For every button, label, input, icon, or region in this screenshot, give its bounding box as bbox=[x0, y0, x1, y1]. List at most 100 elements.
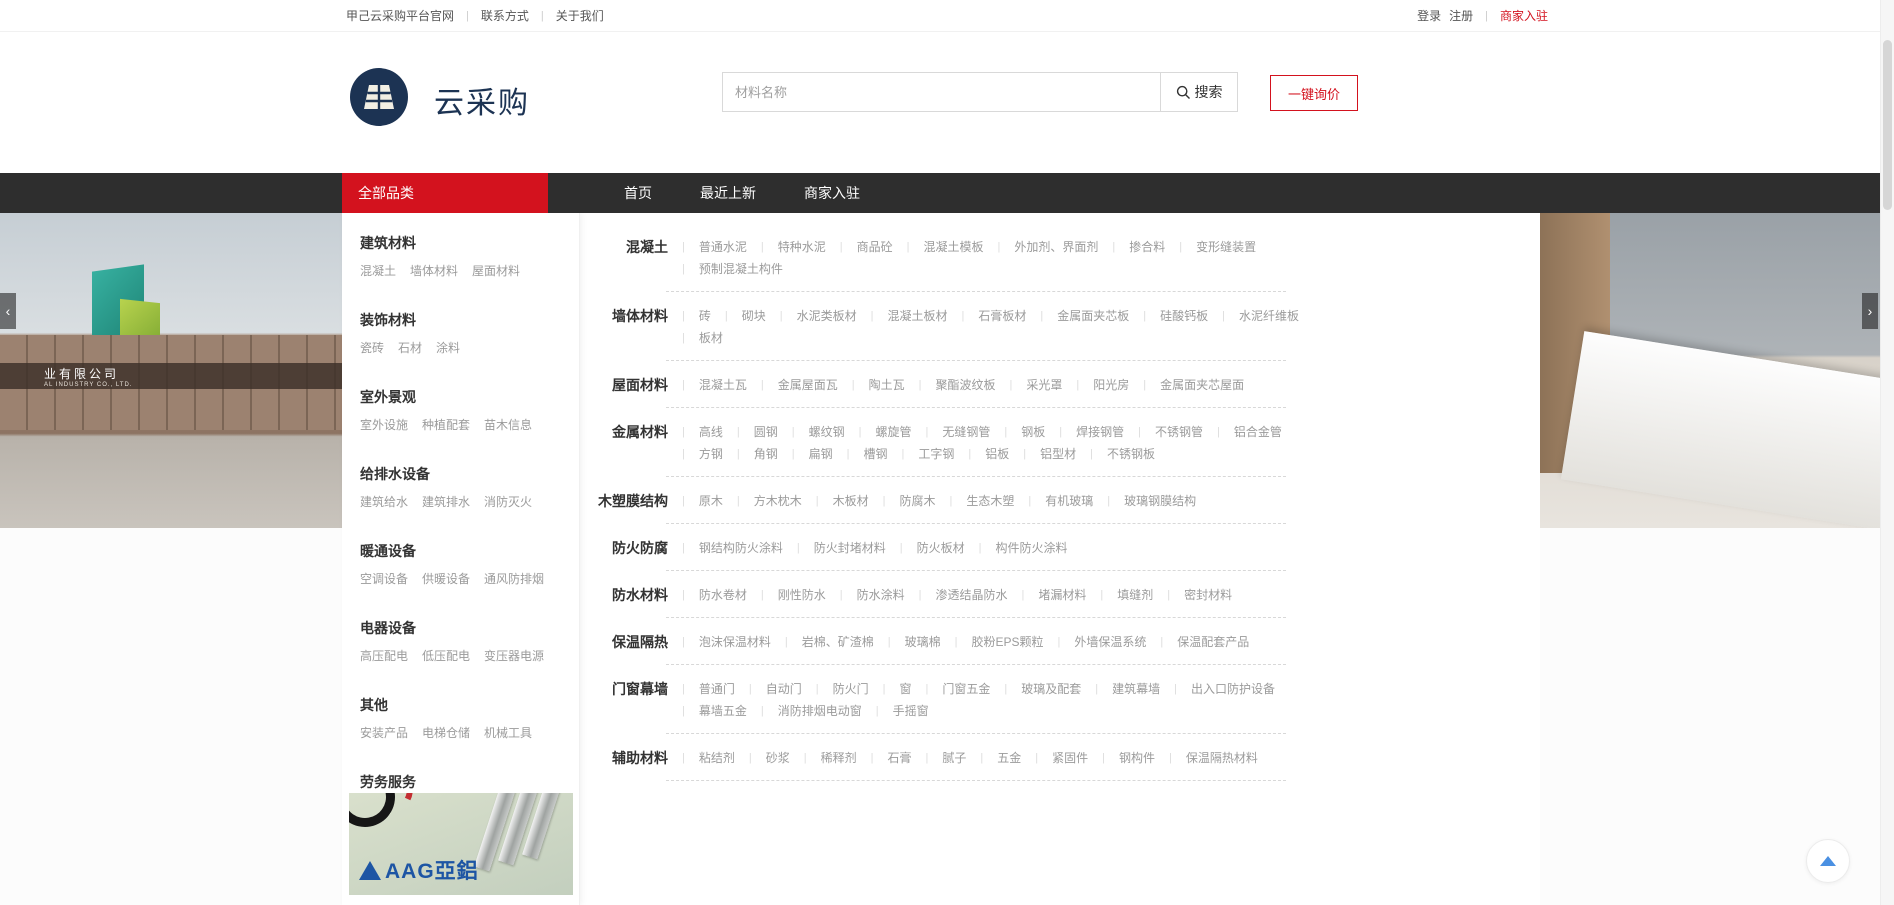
subcategory-link[interactable]: 渗透结晶防水 bbox=[935, 584, 1007, 606]
category-link[interactable]: 通风防排烟 bbox=[484, 571, 544, 588]
subcategory-link[interactable]: 外墙保温系统 bbox=[1074, 631, 1146, 653]
category-link[interactable]: 机械工具 bbox=[484, 725, 532, 742]
topbar-link[interactable]: 联系方式 bbox=[481, 7, 529, 24]
subcategory-link[interactable]: 刚性防水 bbox=[778, 584, 826, 606]
quick-quote-button[interactable]: 一键询价 bbox=[1270, 75, 1358, 111]
category-link[interactable]: 屋面材料 bbox=[472, 263, 520, 280]
subcategory-link[interactable]: 不锈钢板 bbox=[1107, 443, 1155, 465]
subcategory-link[interactable]: 阳光房 bbox=[1093, 374, 1129, 396]
subcategory-link[interactable]: 铝型材 bbox=[1040, 443, 1076, 465]
scrollbar[interactable] bbox=[1880, 0, 1894, 905]
subcategory-link[interactable]: 铝板 bbox=[985, 443, 1009, 465]
subcategory-link[interactable]: 硅酸钙板 bbox=[1160, 305, 1208, 327]
subcategory-link[interactable]: 特种水泥 bbox=[778, 236, 826, 258]
category-link[interactable]: 空调设备 bbox=[360, 571, 408, 588]
topbar-link[interactable]: 关于我们 bbox=[556, 7, 604, 24]
subcategory-link[interactable]: 稀释剂 bbox=[821, 747, 857, 769]
subcategory-link[interactable]: 五金 bbox=[997, 747, 1021, 769]
row-label[interactable]: 混凝土 bbox=[596, 236, 668, 280]
sidebar-ad-banner[interactable]: AAG亞鋁 bbox=[349, 793, 573, 895]
category-title[interactable]: 暖通设备 bbox=[360, 541, 579, 561]
subcategory-link[interactable]: 角钢 bbox=[754, 443, 778, 465]
category-title[interactable]: 建筑材料 bbox=[360, 233, 579, 253]
category-link[interactable]: 供暖设备 bbox=[422, 571, 470, 588]
subcategory-link[interactable]: 圆钢 bbox=[754, 421, 778, 443]
subcategory-link[interactable]: 钢板 bbox=[1021, 421, 1045, 443]
subcategory-link[interactable]: 保温隔热材料 bbox=[1186, 747, 1258, 769]
subcategory-link[interactable]: 聚酯波纹板 bbox=[935, 374, 995, 396]
search-input[interactable] bbox=[722, 72, 1160, 112]
category-title[interactable]: 室外景观 bbox=[360, 387, 579, 407]
subcategory-link[interactable]: 钢结构防火涂料 bbox=[699, 537, 783, 559]
subcategory-link[interactable]: 混凝土板材 bbox=[887, 305, 947, 327]
category-link[interactable]: 石材 bbox=[398, 340, 422, 357]
nav-item[interactable]: 商家入驻 bbox=[780, 173, 884, 213]
subcategory-link[interactable]: 幕墙五金 bbox=[699, 700, 747, 722]
subcategory-link[interactable]: 掺合料 bbox=[1129, 236, 1165, 258]
subcategory-link[interactable]: 混凝土模板 bbox=[923, 236, 983, 258]
subcategory-link[interactable]: 防水涂料 bbox=[857, 584, 905, 606]
subcategory-link[interactable]: 槽钢 bbox=[863, 443, 887, 465]
login-link[interactable]: 登录 bbox=[1417, 7, 1441, 24]
subcategory-link[interactable]: 焊接钢管 bbox=[1076, 421, 1124, 443]
row-label[interactable]: 木塑膜结构 bbox=[596, 490, 668, 512]
subcategory-link[interactable]: 粘结剂 bbox=[699, 747, 735, 769]
subcategory-link[interactable]: 螺旋管 bbox=[875, 421, 911, 443]
carousel-prev-arrow[interactable]: ‹ bbox=[0, 293, 16, 329]
topbar-link[interactable]: 甲己云采购平台官网 bbox=[346, 7, 454, 24]
logo[interactable]: 云采购 bbox=[350, 68, 530, 131]
category-link[interactable]: 苗木信息 bbox=[484, 417, 532, 434]
subcategory-link[interactable]: 防火封堵材料 bbox=[814, 537, 886, 559]
subcategory-link[interactable]: 外加剂、界面剂 bbox=[1014, 236, 1098, 258]
subcategory-link[interactable]: 泡沫保温材料 bbox=[699, 631, 771, 653]
category-link[interactable]: 种植配套 bbox=[422, 417, 470, 434]
subcategory-link[interactable]: 高线 bbox=[699, 421, 723, 443]
category-link[interactable]: 高压配电 bbox=[360, 648, 408, 665]
category-title[interactable]: 其他 bbox=[360, 695, 579, 715]
subcategory-link[interactable]: 扁钢 bbox=[809, 443, 833, 465]
row-label[interactable]: 墙体材料 bbox=[596, 305, 668, 349]
subcategory-link[interactable]: 有机玻璃 bbox=[1045, 490, 1093, 512]
subcategory-link[interactable]: 玻璃及配套 bbox=[1021, 678, 1081, 700]
row-label[interactable]: 门窗幕墙 bbox=[596, 678, 668, 722]
category-title[interactable]: 电器设备 bbox=[360, 618, 579, 638]
subcategory-link[interactable]: 工字钢 bbox=[918, 443, 954, 465]
nav-item[interactable]: 首页 bbox=[600, 173, 676, 213]
subcategory-link[interactable]: 不锈钢管 bbox=[1155, 421, 1203, 443]
category-link[interactable]: 涂料 bbox=[436, 340, 460, 357]
subcategory-link[interactable]: 玻璃钢膜结构 bbox=[1124, 490, 1196, 512]
row-label[interactable]: 辅助材料 bbox=[596, 747, 668, 769]
subcategory-link[interactable]: 岩棉、矿渣棉 bbox=[802, 631, 874, 653]
subcategory-link[interactable]: 堵漏材料 bbox=[1038, 584, 1086, 606]
row-label[interactable]: 屋面材料 bbox=[596, 374, 668, 396]
category-title[interactable]: 给排水设备 bbox=[360, 464, 579, 484]
subcategory-link[interactable]: 金属屋面瓦 bbox=[778, 374, 838, 396]
subcategory-link[interactable]: 金属面夹芯屋面 bbox=[1160, 374, 1244, 396]
back-to-top-button[interactable] bbox=[1806, 839, 1850, 883]
subcategory-link[interactable]: 石膏板材 bbox=[978, 305, 1026, 327]
subcategory-link[interactable]: 消防排烟电动窗 bbox=[778, 700, 862, 722]
subcategory-link[interactable]: 建筑幕墙 bbox=[1112, 678, 1160, 700]
nav-item[interactable]: 最近上新 bbox=[676, 173, 780, 213]
subcategory-link[interactable]: 砖 bbox=[699, 305, 711, 327]
subcategory-link[interactable]: 陶土瓦 bbox=[869, 374, 905, 396]
subcategory-link[interactable]: 腻子 bbox=[942, 747, 966, 769]
subcategory-link[interactable]: 密封材料 bbox=[1184, 584, 1232, 606]
subcategory-link[interactable]: 生态木塑 bbox=[966, 490, 1014, 512]
subcategory-link[interactable]: 自动门 bbox=[766, 678, 802, 700]
subcategory-link[interactable]: 原木 bbox=[699, 490, 723, 512]
subcategory-link[interactable]: 保温配套产品 bbox=[1177, 631, 1249, 653]
merchant-join-link[interactable]: 商家入驻 bbox=[1500, 7, 1548, 24]
search-button[interactable]: 搜索 bbox=[1160, 72, 1238, 112]
scrollbar-thumb[interactable] bbox=[1883, 40, 1892, 210]
subcategory-link[interactable]: 防水卷材 bbox=[699, 584, 747, 606]
category-link[interactable]: 变压器电源 bbox=[484, 648, 544, 665]
category-link[interactable]: 建筑给水 bbox=[360, 494, 408, 511]
subcategory-link[interactable]: 采光罩 bbox=[1026, 374, 1062, 396]
subcategory-link[interactable]: 水泥纤维板 bbox=[1239, 305, 1299, 327]
subcategory-link[interactable]: 手摇窗 bbox=[893, 700, 929, 722]
subcategory-link[interactable]: 胶粉EPS颗粒 bbox=[971, 631, 1043, 653]
category-link[interactable]: 混凝土 bbox=[360, 263, 396, 280]
subcategory-link[interactable]: 方木枕木 bbox=[754, 490, 802, 512]
category-link[interactable]: 瓷砖 bbox=[360, 340, 384, 357]
